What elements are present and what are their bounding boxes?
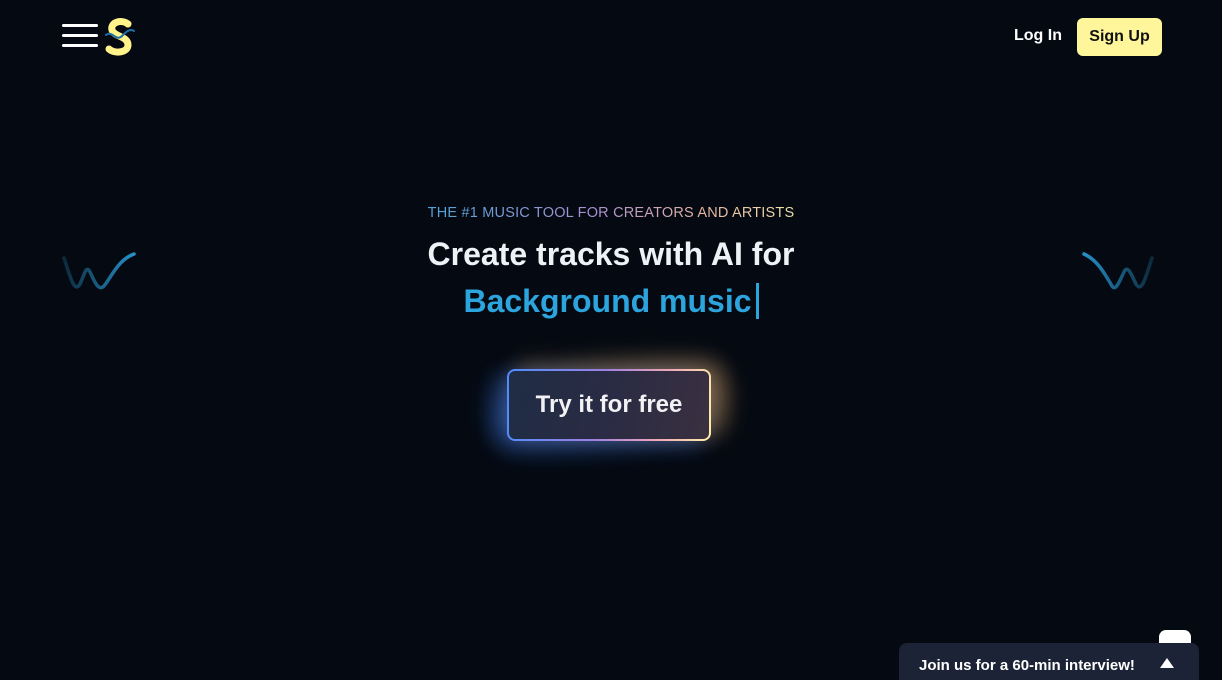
menu-line bbox=[62, 44, 98, 47]
hero-headline: Create tracks with AI for bbox=[427, 236, 795, 272]
menu-line bbox=[62, 24, 98, 27]
rotating-use-case: Background music bbox=[0, 283, 1222, 320]
brand-logo-icon[interactable] bbox=[104, 18, 136, 56]
interview-banner-text: Join us for a 60-min interview! bbox=[919, 657, 1135, 674]
try-free-button[interactable]: Try it for free bbox=[509, 371, 709, 439]
eyebrow-text: THE #1 MUSIC TOOL FOR CREATORS AND ARTIS… bbox=[427, 205, 795, 221]
rotating-use-case-text: Background music bbox=[463, 283, 752, 319]
hamburger-menu-icon[interactable] bbox=[62, 22, 98, 50]
top-navigation: Log In Sign Up bbox=[0, 0, 1222, 74]
chevron-up-icon[interactable] bbox=[1160, 658, 1174, 668]
cta-frame: Try it for free bbox=[507, 369, 711, 441]
hero-eyebrow: THE #1 MUSIC TOOL FOR CREATORS AND ARTIS… bbox=[0, 205, 1222, 221]
signup-button[interactable]: Sign Up bbox=[1077, 18, 1162, 56]
interview-banner[interactable]: Join us for a 60-min interview! bbox=[899, 643, 1199, 680]
menu-line bbox=[62, 34, 98, 37]
login-link[interactable]: Log In bbox=[1014, 27, 1062, 45]
typing-caret bbox=[755, 283, 759, 319]
